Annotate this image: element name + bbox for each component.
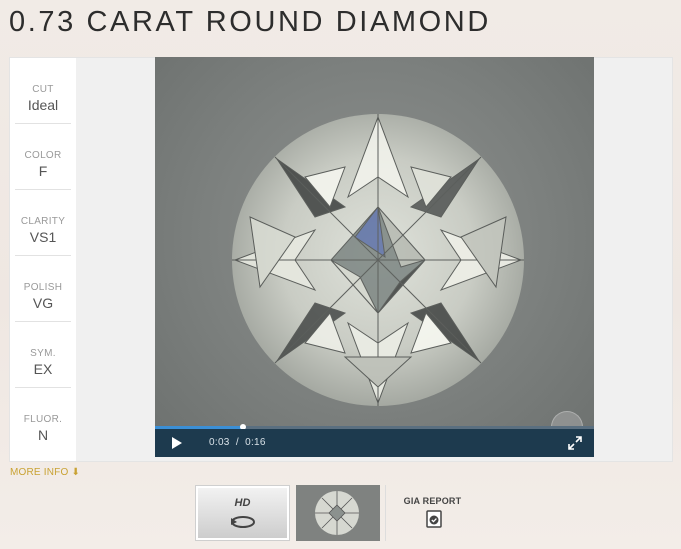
spec-fluorescence: FLUOR. N	[15, 388, 71, 454]
video-thumbnail[interactable]	[296, 485, 380, 541]
spec-value: F	[38, 163, 48, 179]
spec-label: POLISH	[23, 282, 63, 293]
gia-certificate-icon	[426, 510, 442, 528]
rotate-icon	[231, 516, 255, 528]
spec-clarity: CLARITY VS1	[15, 190, 71, 256]
duration: 0:16	[245, 437, 266, 448]
diamond-thumbnail-image	[296, 485, 380, 541]
spec-value: Ideal	[27, 97, 59, 113]
play-icon[interactable]	[172, 437, 182, 449]
spec-polish: POLISH VG	[15, 256, 71, 322]
time-readout: 0:03 / 0:16	[209, 437, 266, 448]
diamond-video-player[interactable]: 0:03 / 0:16	[155, 57, 594, 457]
gia-report-label: GIA REPORT	[403, 496, 462, 506]
spec-label: CLARITY	[20, 216, 66, 227]
spec-cut: CUT Ideal	[15, 58, 71, 124]
spec-list: CUT Ideal COLOR F CLARITY VS1 POLISH VG …	[10, 58, 76, 461]
gia-report-link[interactable]: GIA REPORT	[385, 485, 479, 541]
spec-label: SYM.	[30, 348, 56, 359]
spec-symmetry: SYM. EX	[15, 322, 71, 388]
spec-value: VG	[32, 295, 54, 311]
spec-value: EX	[33, 361, 53, 377]
spec-value: N	[37, 427, 49, 443]
spec-value: VS1	[29, 229, 57, 245]
down-arrow-icon: ⬇	[71, 467, 81, 478]
hd-label: HD	[234, 497, 251, 509]
fullscreen-icon[interactable]	[567, 435, 583, 451]
hd-360-thumbnail[interactable]: HD	[195, 485, 290, 541]
spec-label: COLOR	[24, 150, 62, 161]
current-time: 0:03	[209, 437, 230, 448]
diamond-image	[232, 114, 524, 406]
more-info-link[interactable]: MORE INFO ⬇	[10, 467, 80, 478]
spec-label: CUT	[32, 84, 54, 95]
time-separator: /	[235, 437, 239, 448]
spec-label: FLUOR.	[23, 414, 63, 425]
more-info-label: MORE INFO	[10, 467, 69, 478]
player-controls: 0:03 / 0:16	[155, 429, 594, 457]
page-title: 0.73 CARAT ROUND DIAMOND	[9, 6, 491, 38]
spec-color: COLOR F	[15, 124, 71, 190]
